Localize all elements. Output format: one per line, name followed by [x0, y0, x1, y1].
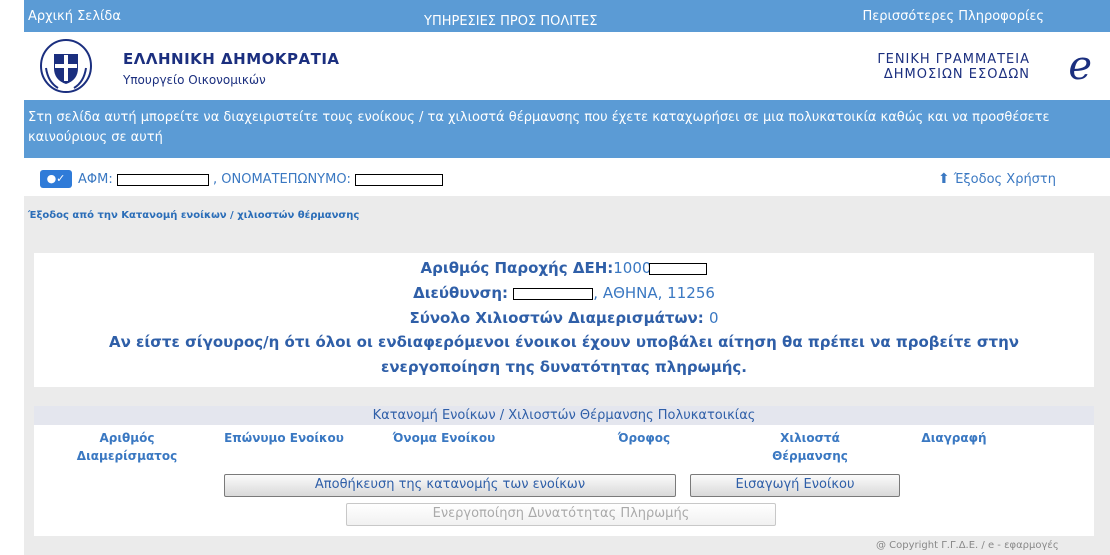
notice-line-1: Αν είστε σίγουρος/η ότι όλοι οι ενδιαφερ… [109, 333, 1019, 351]
col-thousandths-line-1: Χιλιοστά [780, 431, 840, 445]
greek-emblem-icon [38, 38, 94, 98]
total-label: Σύνολο Χιλιοστών Διαμερισμάτων: [409, 309, 704, 327]
afm-label: ΑΦΜ: [78, 172, 113, 187]
supply-label: Αριθμός Παροχής ΔΕΗ: [420, 259, 614, 277]
address-row: Διεύθυνση: , ΑΘΗΝΑ, 11256 [34, 284, 1094, 302]
enable-payment-button[interactable]: Ενεργοποίηση Δυνατότητας Πληρωμής [346, 503, 776, 526]
col-thousandths-line-2: Θέρμανσης [772, 449, 848, 463]
user-bar: ●✓ ΑΦΜ: , ΟΝΟΜΑΤΕΠΩΝΥΜΟ: ⬆ Έξοδος Χρήστη [24, 158, 1110, 196]
col-thousandths: Χιλιοστά Θέρμανσης [750, 429, 870, 465]
arrow-up-icon: ⬆ [937, 171, 950, 187]
col-name: Όνομα Ενοίκου [392, 431, 496, 445]
total-value: 0 [708, 309, 719, 327]
fullname-label: , ΟΝΟΜΑΤΕΠΩΝΥΜΟ: [213, 172, 351, 187]
add-tenant-button[interactable]: Εισαγωγή Ενοίκου [690, 474, 900, 497]
afm-redacted [116, 173, 209, 186]
page-description: Στη σελίδα αυτή μπορείτε να διαχειριστεί… [24, 100, 1110, 158]
logout-label: Έξοδος Χρήστη [953, 172, 1056, 187]
exit-allocation-link[interactable]: Έξοδος από την Κατανομή ενοίκων / χιλιοσ… [28, 210, 359, 221]
brand-title: ΕΛΛΗΝΙΚΗ ΔΗΜΟΚΡΑΤΙΑ [123, 50, 340, 68]
address-redacted [513, 287, 594, 300]
gsis-title: ΓΕΝΙΚΗ ΓΡΑΜΜΑΤΕΙΑ ΔΗΜΟΣΙΩΝ ΕΣΟΔΩΝ [877, 52, 1030, 82]
building-info-box: Αριθμός Παροχής ΔΕΗ:1000 Διεύθυνση: , ΑΘ… [34, 253, 1094, 387]
brand-subtitle: Υπουργείο Οικονομικών [123, 73, 266, 87]
fullname-redacted [355, 173, 444, 186]
e-logo-icon: e [1068, 43, 1092, 89]
supply-value: 1000 [613, 259, 652, 277]
gsis-line-1: ΓΕΝΙΚΗ ΓΡΑΜΜΑΤΕΙΑ [877, 52, 1030, 67]
notice-line-2: ενεργοποίηση της δυνατότητας πληρωμής. [380, 358, 747, 376]
col-floor: Όροφος [617, 431, 671, 445]
col-apartment: Αριθμός Διαμερίσματος [72, 429, 182, 465]
copyright-text: @ Copyright Γ.Γ.Δ.Ε. / e - εφαρμογές [876, 540, 1059, 551]
table-title: Κατανομή Ενοίκων / Χιλιοστών Θέρμανσης Π… [34, 406, 1094, 425]
supply-row: Αριθμός Παροχής ΔΕΗ:1000 [34, 259, 1094, 277]
user-check-icon: ●✓ [40, 170, 72, 188]
user-identity: ΑΦΜ: , ΟΝΟΜΑΤΕΠΩΝΥΜΟ: [78, 172, 444, 187]
citizen-services-link[interactable]: ΥΠΗΡΕΣΙΕΣ ΠΡΟΣ ΠΟΛΙΤΕΣ [424, 14, 597, 29]
logout-link[interactable]: ⬆ Έξοδος Χρήστη [938, 171, 1056, 187]
col-apartment-line-2: Διαμερίσματος [76, 449, 178, 463]
save-allocation-button[interactable]: Αποθήκευση της κατανομής των ενοίκων [224, 474, 676, 497]
col-apartment-line-1: Αριθμός [99, 431, 155, 445]
total-row: Σύνολο Χιλιοστών Διαμερισμάτων: 0 [34, 309, 1094, 327]
page-frame: Αρχική Σελίδα ΥΠΗΡΕΣΙΕΣ ΠΡΟΣ ΠΟΛΙΤΕΣ Περ… [24, 0, 1110, 555]
home-link[interactable]: Αρχική Σελίδα [28, 9, 121, 24]
address-label: Διεύθυνση: [413, 284, 509, 302]
col-surname: Επώνυμο Ενοίκου [224, 431, 344, 445]
address-value: , ΑΘΗΝΑ, 11256 [593, 284, 715, 302]
more-info-link[interactable]: Περισσότερες Πληροφορίες [862, 9, 1044, 24]
top-nav-bar: Αρχική Σελίδα ΥΠΗΡΕΣΙΕΣ ΠΡΟΣ ΠΟΛΙΤΕΣ Περ… [24, 0, 1110, 32]
col-delete: Διαγραφή [921, 431, 987, 445]
supply-redacted [649, 262, 708, 275]
gsis-line-2: ΔΗΜΟΣΙΩΝ ΕΣΟΔΩΝ [883, 67, 1030, 82]
site-header: ΕΛΛΗΝΙΚΗ ΔΗΜΟΚΡΑΤΙΑ Υπουργείο Οικονομικώ… [24, 32, 1110, 100]
tenant-allocation-table: Κατανομή Ενοίκων / Χιλιοστών Θέρμανσης Π… [34, 406, 1094, 536]
